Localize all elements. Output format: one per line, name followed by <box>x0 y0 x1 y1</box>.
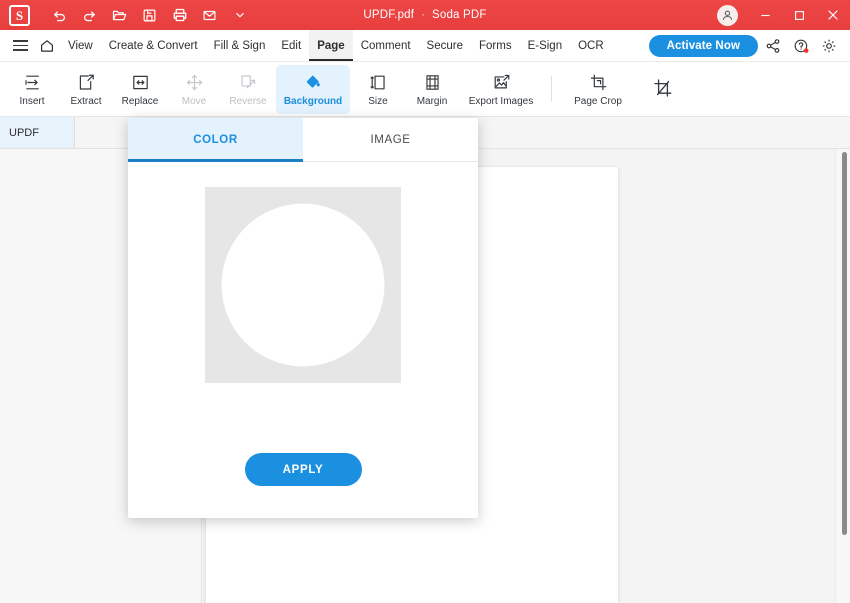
tool-crop[interactable] <box>637 65 689 114</box>
print-icon[interactable] <box>166 3 193 27</box>
maximize-button[interactable] <box>782 0 816 30</box>
menu-bar-actions: Activate Now <box>649 30 850 62</box>
window-controls-group <box>717 0 850 30</box>
menu-label: Comment <box>361 40 411 52</box>
app-name: Soda PDF <box>432 9 487 21</box>
tool-background[interactable]: Background <box>276 65 350 114</box>
background-dialog: COLOR IMAGE APPLY <box>128 118 478 518</box>
tool-extract[interactable]: Extract <box>60 65 112 114</box>
color-picker-panel: APPLY <box>128 162 478 518</box>
tool-move[interactable]: Move <box>168 65 220 114</box>
tool-size[interactable]: Size <box>352 65 404 114</box>
background-dialog-tabs: COLOR IMAGE <box>128 118 478 162</box>
menu-item-fill-sign[interactable]: Fill & Sign <box>206 30 274 61</box>
title-bar: S <box>0 0 850 30</box>
tab-image[interactable]: IMAGE <box>303 118 478 161</box>
menu-item-comment[interactable]: Comment <box>353 30 419 61</box>
tool-label: Background <box>284 96 342 107</box>
quick-access-toolbar <box>46 3 253 27</box>
email-icon[interactable] <box>196 3 223 27</box>
tool-label: Insert <box>19 96 44 107</box>
reverse-page-icon <box>238 71 259 93</box>
menu-label: E-Sign <box>528 40 563 52</box>
menu-item-view[interactable]: View <box>60 30 101 61</box>
document-tab-label: UPDF <box>9 127 39 139</box>
tool-label: Extract <box>70 96 101 107</box>
page-toolbar: Insert Extract Replace <box>0 62 850 117</box>
document-tab-updf[interactable]: UPDF <box>0 117 75 148</box>
scrollbar-thumb[interactable] <box>842 152 847 535</box>
app-logo: S <box>9 5 30 26</box>
undo-icon[interactable] <box>46 3 73 27</box>
tool-label: Size <box>368 96 387 107</box>
soda-pdf-window: S <box>0 0 850 603</box>
tab-color[interactable]: COLOR <box>128 118 303 161</box>
tool-label: Replace <box>122 96 159 107</box>
tool-reverse[interactable]: Reverse <box>222 65 274 114</box>
menu-item-e-sign[interactable]: E-Sign <box>520 30 571 61</box>
menu-label: Fill & Sign <box>214 40 266 52</box>
tool-replace[interactable]: Replace <box>114 65 166 114</box>
gear-icon[interactable] <box>816 33 842 59</box>
tool-label: Reverse <box>229 96 266 107</box>
move-page-icon <box>184 71 205 93</box>
color-picker-surface[interactable] <box>205 187 401 383</box>
menu-bar: View Create & Convert Fill & Sign Edit P… <box>0 30 850 62</box>
tool-label: Move <box>182 96 206 107</box>
page-size-icon <box>368 71 389 93</box>
toolbar-divider <box>551 76 552 102</box>
apply-button[interactable]: APPLY <box>245 453 362 486</box>
menu-item-secure[interactable]: Secure <box>419 30 471 61</box>
tool-export-images[interactable]: Export Images <box>460 65 542 114</box>
tool-label: Export Images <box>469 96 533 107</box>
color-wheel[interactable] <box>221 203 385 367</box>
menu-label: View <box>68 40 93 52</box>
replace-page-icon <box>130 71 151 93</box>
help-icon[interactable] <box>788 33 814 59</box>
menu-label: Create & Convert <box>109 40 198 52</box>
share-icon[interactable] <box>760 33 786 59</box>
extract-page-icon <box>76 71 97 93</box>
redo-icon[interactable] <box>76 3 103 27</box>
tool-insert[interactable]: Insert <box>6 65 58 114</box>
tab-color-label: COLOR <box>193 134 238 146</box>
vertical-scrollbar[interactable] <box>835 149 850 603</box>
menu-label: Secure <box>427 40 463 52</box>
menu-label: Edit <box>281 40 301 52</box>
page-crop-icon <box>588 71 609 93</box>
insert-page-icon <box>22 71 43 93</box>
paint-bucket-icon <box>303 71 324 93</box>
save-icon[interactable] <box>136 3 163 27</box>
tool-label: Margin <box>417 96 448 107</box>
activate-now-button[interactable]: Activate Now <box>649 35 758 57</box>
menu-item-forms[interactable]: Forms <box>471 30 520 61</box>
home-icon[interactable] <box>34 38 60 54</box>
crop-tool-icon <box>652 77 674 99</box>
avatar[interactable] <box>717 5 738 26</box>
menu-item-edit[interactable]: Edit <box>273 30 309 61</box>
tool-page-crop[interactable]: Page Crop <box>561 65 635 114</box>
chevron-down-icon[interactable] <box>226 3 253 27</box>
menu-label: Forms <box>479 40 512 52</box>
tab-image-label: IMAGE <box>370 134 410 146</box>
close-button[interactable] <box>816 0 850 30</box>
document-name: UPDF.pdf <box>363 9 414 21</box>
open-folder-icon[interactable] <box>106 3 133 27</box>
title-separator: · <box>421 9 425 21</box>
menu-item-create-convert[interactable]: Create & Convert <box>101 30 206 61</box>
tool-label: Page Crop <box>574 96 622 107</box>
page-margin-icon <box>422 71 443 93</box>
app-logo-letter: S <box>16 9 23 22</box>
menu-item-page[interactable]: Page <box>309 30 353 61</box>
menu-item-ocr[interactable]: OCR <box>570 30 612 61</box>
export-images-icon <box>491 71 512 93</box>
tool-margin[interactable]: Margin <box>406 65 458 114</box>
hamburger-menu-icon[interactable] <box>6 40 34 51</box>
menu-label: OCR <box>578 40 604 52</box>
menu-label: Page <box>317 40 345 52</box>
minimize-button[interactable] <box>748 0 782 30</box>
